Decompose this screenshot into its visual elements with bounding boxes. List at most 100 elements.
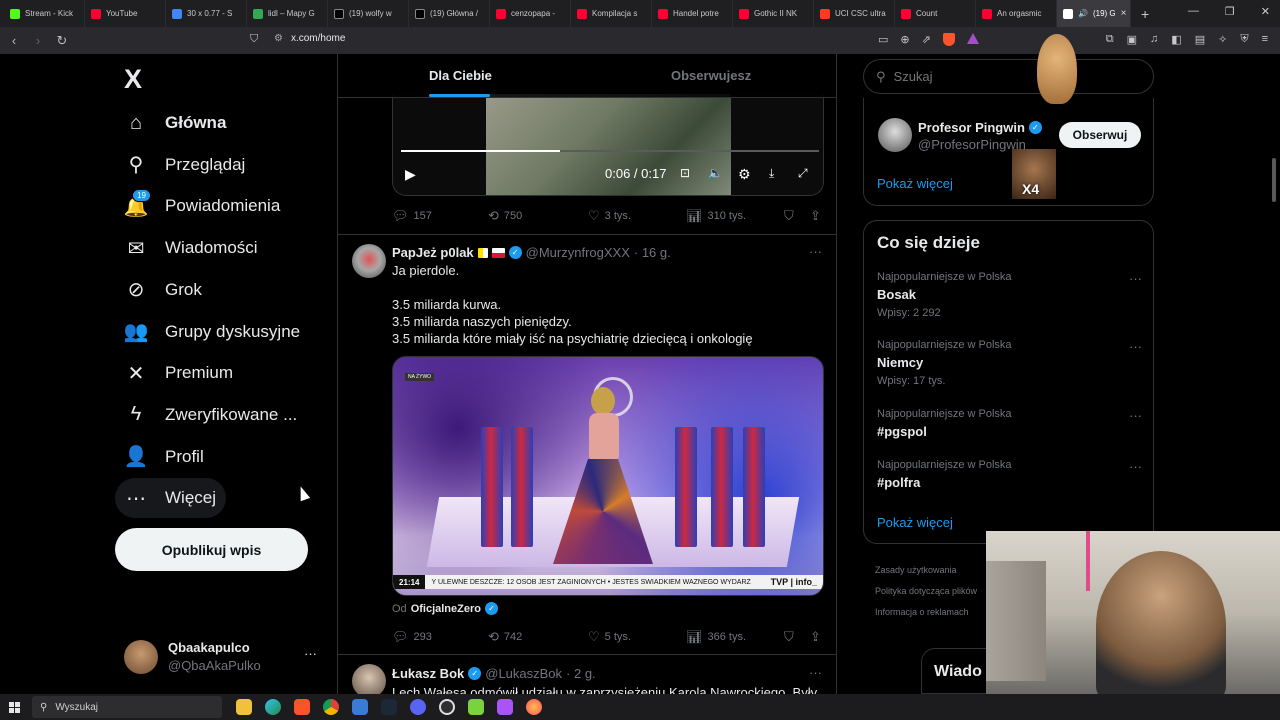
suggested-user-name[interactable]: Profesor Pingwin ✓: [918, 120, 1042, 135]
obs-icon[interactable]: [439, 699, 455, 715]
browser-tab[interactable]: (19) Główna /: [409, 0, 490, 27]
new-tab-button[interactable]: +: [1141, 6, 1149, 22]
browser-tab[interactable]: Count: [895, 0, 976, 27]
nav-item-0[interactable]: ⌂ Główna: [115, 103, 236, 143]
file-explorer-icon[interactable]: [236, 699, 252, 715]
forward-icon[interactable]: ›: [28, 33, 48, 48]
show-more-link[interactable]: Pokaż więcej: [877, 515, 953, 530]
author-handle[interactable]: @MurzynfrogXXX: [526, 245, 630, 260]
leo-icon[interactable]: ✧: [1218, 33, 1227, 46]
trend-more-icon[interactable]: ···: [1129, 459, 1142, 474]
menu-icon[interactable]: ≡: [1262, 33, 1268, 46]
nav-item-5[interactable]: 👥 Grupy dyskusyjne: [115, 312, 310, 352]
nav-item-1[interactable]: ⚲ Przeglądaj: [115, 145, 255, 185]
extensions-icon[interactable]: ⧉: [1106, 33, 1114, 46]
browser-tab[interactable]: YouTube: [85, 0, 166, 27]
firefox-icon[interactable]: [526, 699, 542, 715]
minimize-icon[interactable]: —: [1188, 5, 1199, 18]
like-button[interactable]: ♡ 3 tys.: [588, 208, 631, 224]
post-more-icon[interactable]: ···: [809, 244, 822, 259]
settings-gear-icon[interactable]: ⚙: [738, 166, 751, 183]
x-logo-icon[interactable]: X: [124, 64, 142, 95]
sidebar-icon[interactable]: ◧: [1171, 33, 1181, 46]
cast-icon[interactable]: ▭: [878, 33, 888, 46]
steam-icon[interactable]: [381, 699, 397, 715]
video-player[interactable]: ▶ 0:06 / 0:17 ⊡ 🔈 ⚙ ⤓ ⤢: [392, 94, 824, 196]
follow-button[interactable]: Obserwuj: [1059, 122, 1141, 148]
author-name[interactable]: Łukasz Bok: [392, 666, 464, 681]
browser-tab[interactable]: Gothic II NK: [733, 0, 814, 27]
nav-item-6[interactable]: ✕ Premium: [115, 353, 243, 393]
volume-icon[interactable]: 🔈: [708, 166, 723, 180]
search-box[interactable]: ⚲: [863, 59, 1154, 94]
footer-link[interactable]: Informacja o reklamach: [875, 602, 977, 623]
brave-shield-icon[interactable]: [942, 33, 955, 46]
repost-button[interactable]: ⟲ 750: [488, 208, 522, 224]
browser-tab[interactable]: UCI CSC ultra: [814, 0, 895, 27]
play-icon[interactable]: ▶: [405, 166, 416, 183]
bookmark-button[interactable]: ⛉: [784, 629, 794, 645]
show-more-link[interactable]: Pokaż więcej: [877, 176, 953, 191]
reload-icon[interactable]: ↻: [52, 33, 72, 49]
nav-item-3[interactable]: ✉ Wiadomości: [115, 228, 268, 268]
avatar[interactable]: [352, 244, 386, 278]
browser-tab[interactable]: Stream - Kick: [4, 0, 85, 27]
nav-item-9[interactable]: ⋯ Więcej: [115, 478, 227, 519]
captions-icon[interactable]: ⊡: [680, 166, 690, 180]
fullscreen-icon[interactable]: ⤢: [798, 166, 808, 181]
browser-tab[interactable]: (19) wolfy w: [328, 0, 409, 27]
trend-item[interactable]: Najpopularniejsze w Polska #pgspol ···: [877, 408, 1142, 439]
maximize-icon[interactable]: ❐: [1225, 5, 1235, 18]
share-button[interactable]: ⇪: [810, 629, 821, 645]
site-info-icon[interactable]: ⚙: [274, 33, 283, 44]
close-window-icon[interactable]: ✕: [1261, 5, 1270, 18]
speaker-icon[interactable]: 🔊: [1078, 9, 1088, 18]
browser-tab[interactable]: cenzopapa -: [490, 0, 571, 27]
video-progress-bar[interactable]: [401, 150, 819, 152]
chrome-icon[interactable]: [323, 699, 339, 715]
post-more-icon[interactable]: ···: [809, 665, 822, 680]
like-button[interactable]: ♡ 5 tys.: [588, 629, 631, 645]
tab-following[interactable]: Obserwujesz: [671, 68, 751, 83]
avatar[interactable]: [878, 118, 912, 152]
post-time[interactable]: · 2 g.: [566, 666, 596, 681]
bookmark-icon[interactable]: ⛉: [250, 33, 258, 46]
tab-for-you[interactable]: Dla Ciebie: [429, 68, 492, 83]
trend-more-icon[interactable]: ···: [1129, 408, 1142, 423]
discord-icon[interactable]: [410, 699, 426, 715]
account-switcher[interactable]: Qbaakapulco @QbaAkaPulko ···: [124, 638, 334, 674]
zoom-icon[interactable]: ⊕: [900, 33, 909, 46]
avatar[interactable]: [352, 664, 386, 694]
repost-button[interactable]: ⟲ 742: [488, 629, 522, 645]
nav-item-8[interactable]: 👤 Profil: [115, 437, 214, 477]
page-scrollbar[interactable]: [1272, 158, 1276, 202]
author-name[interactable]: PapJeż p0lak: [392, 245, 474, 260]
start-button[interactable]: [0, 694, 28, 720]
nav-item-4[interactable]: ⊘ Grok: [115, 270, 212, 310]
browser-tab[interactable]: lidl – Mapy G: [247, 0, 328, 27]
trend-more-icon[interactable]: ···: [1129, 339, 1142, 354]
wallet-icon[interactable]: ▤: [1195, 33, 1205, 46]
app-icon[interactable]: [497, 699, 513, 715]
post-time[interactable]: · 16 g.: [634, 245, 671, 260]
trend-more-icon[interactable]: ···: [1129, 271, 1142, 286]
browser-tab[interactable]: Kompilacja s: [571, 0, 652, 27]
media-player-icon[interactable]: [468, 699, 484, 715]
brave-rewards-icon[interactable]: [966, 33, 979, 44]
browser-tab-active[interactable]: 🔊 (19) G ×: [1057, 0, 1131, 27]
source-name[interactable]: OficjalneZero: [411, 603, 481, 615]
views-button[interactable]: 📊︎ 310 tys.: [686, 208, 746, 224]
bookmark-button[interactable]: ⛉: [784, 208, 794, 224]
views-button[interactable]: 📊︎ 366 tys.: [686, 629, 746, 645]
browser-tab[interactable]: 30 x 0.77 - S: [166, 0, 247, 27]
tab-close-icon[interactable]: ×: [1121, 8, 1127, 19]
post-button[interactable]: Opublikuj wpis: [115, 528, 308, 571]
reply-button[interactable]: 💬︎ 157: [392, 208, 432, 224]
url-field[interactable]: ⚙ x.com/home: [274, 33, 345, 44]
reply-button[interactable]: 💬︎ 293: [392, 629, 432, 645]
trend-item[interactable]: Najpopularniejsze w Polska Bosak Wpisy: 2 …: [877, 271, 1142, 319]
post-video[interactable]: NA ŻYWO 21:14 Y ULEWNE DESZCZE: 12 OSÓB …: [392, 356, 824, 596]
media-icon[interactable]: ♫: [1150, 33, 1158, 46]
brave-icon[interactable]: [294, 699, 310, 715]
messages-drawer[interactable]: Wiado: [921, 648, 991, 694]
